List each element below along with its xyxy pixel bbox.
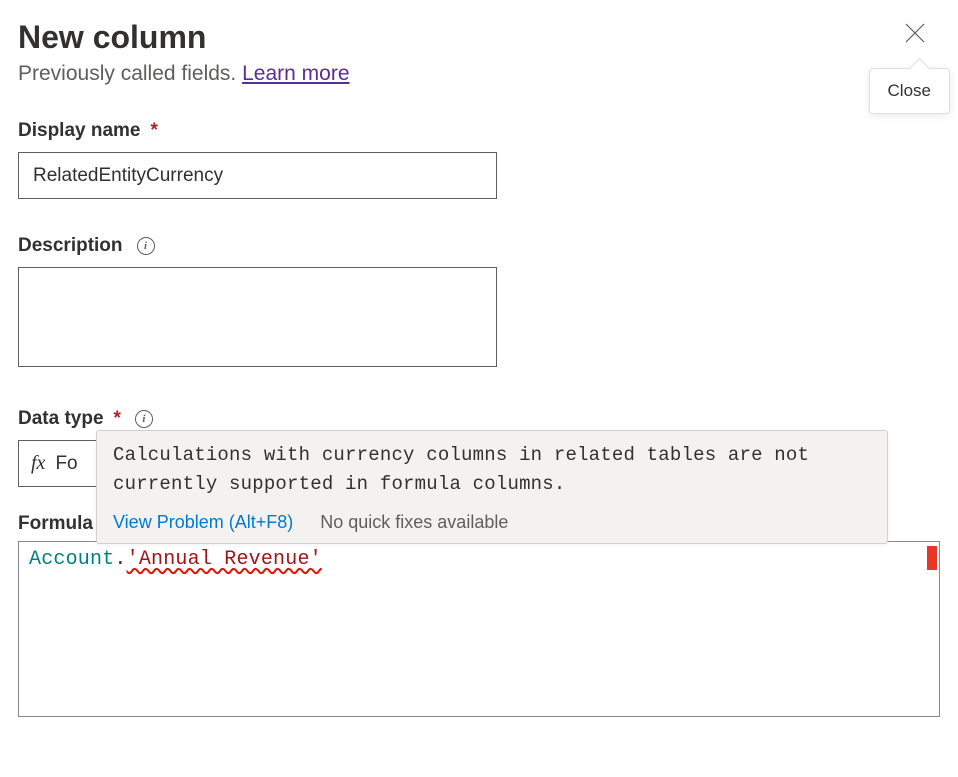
display-name-input[interactable] [18,152,497,199]
formula-token-error: 'Annual Revenue' [127,548,322,571]
fx-icon: fx [31,452,45,475]
display-name-label: Display name * [18,120,940,142]
info-icon[interactable]: i [137,237,155,255]
data-type-label-text: Data type [18,408,104,430]
error-tooltip: Calculations with currency columns in re… [96,430,888,544]
required-asterisk: * [151,120,158,142]
data-type-label: Data type * i [18,408,940,430]
formula-token-dot: . [114,548,126,571]
data-type-value: Fo [55,453,77,475]
required-asterisk: * [114,408,121,430]
close-tooltip: Close [869,68,950,114]
description-label-text: Description [18,235,123,257]
subtitle-text: Previously called fields. [18,62,242,85]
description-input[interactable] [18,267,497,367]
page-title: New column [18,18,350,56]
info-icon[interactable]: i [135,410,153,428]
error-message: Calculations with currency columns in re… [97,431,887,506]
formula-editor[interactable]: Account.'Annual Revenue' [18,541,940,717]
description-label: Description i [18,235,940,257]
close-button[interactable] [896,18,934,52]
close-icon [904,22,926,44]
formula-token-object: Account [29,548,114,571]
formula-label-text: Formula [18,513,93,535]
display-name-label-text: Display name [18,120,141,142]
learn-more-link[interactable]: Learn more [242,62,349,85]
page-subtitle: Previously called fields. Learn more [18,62,350,86]
no-fixes-text: No quick fixes available [320,512,508,532]
minimap-error-marker [927,546,937,570]
view-problem-link[interactable]: View Problem (Alt+F8) [113,512,293,532]
